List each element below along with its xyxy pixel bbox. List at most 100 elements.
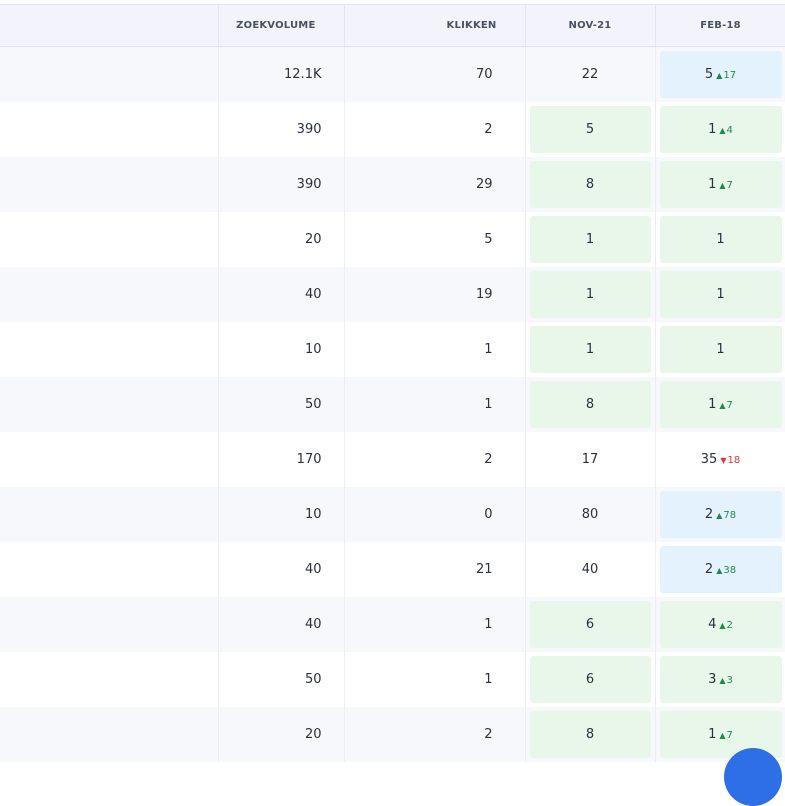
search-volume-cell: 50	[218, 376, 345, 432]
search-volume-cell: 50	[218, 651, 345, 707]
table-row[interactable]: 20 5 1 1	[0, 211, 785, 267]
position-value: 40	[581, 561, 599, 577]
position-pill: 1	[659, 270, 782, 318]
header-keyword[interactable]	[0, 4, 219, 47]
search-volume-cell: 40	[218, 541, 345, 597]
table-row[interactable]: 40 19 1 1	[0, 266, 785, 322]
keyword-cell	[0, 596, 219, 652]
keyword-cell	[0, 706, 219, 762]
keyword-cell	[0, 651, 219, 707]
feb-18-position-cell: 1	[655, 266, 785, 322]
position-value: 1	[708, 121, 717, 137]
header-clicks[interactable]: KLIKKEN	[344, 4, 526, 47]
position-value: 3	[708, 671, 717, 687]
search-volume-cell: 12.1K	[218, 46, 345, 102]
caret-up-icon: ▲	[719, 675, 726, 685]
table-row[interactable]: 20 2 8 1 ▲7	[0, 706, 785, 762]
caret-down-icon: ▼	[720, 455, 727, 465]
position-change: ▲7	[719, 180, 733, 191]
position-value: 1	[716, 231, 725, 247]
clicks-cell: 2	[344, 101, 526, 157]
keyword-cell	[0, 156, 219, 212]
position-value: 1	[529, 325, 651, 373]
rankings-table: ZOEKVOLUME KLIKKEN NOV-21 FEB-18 12.1K 70…	[0, 4, 785, 762]
position-change: ▲78	[716, 510, 736, 521]
position-value: 2	[704, 506, 714, 522]
nov-21-position-cell: 17	[525, 431, 656, 487]
position-value: 1	[708, 176, 717, 192]
clicks-cell: 21	[344, 541, 526, 597]
position-pill: 35 ▼18	[660, 436, 782, 483]
caret-up-icon: ▲	[716, 510, 723, 520]
position-change-value: 78	[723, 509, 737, 521]
keyword-cell	[0, 376, 219, 432]
position-change: ▲7	[719, 730, 733, 741]
position-value: 5	[704, 66, 714, 82]
nov-21-position-cell: 6	[525, 651, 656, 707]
position-change-value: 2	[726, 619, 733, 631]
nov-21-position-cell: 6	[525, 596, 656, 652]
position-value: 6	[529, 655, 651, 703]
table-row[interactable]: 12.1K 70 22 5 ▲17	[0, 46, 785, 102]
table-row[interactable]: 390 29 8 1 ▲7	[0, 156, 785, 212]
table-row[interactable]: 50 1 8 1 ▲7	[0, 376, 785, 432]
table-row[interactable]: 50 1 6 3 ▲3	[0, 651, 785, 707]
position-value: 8	[529, 160, 651, 208]
header-feb-18[interactable]: FEB-18	[655, 4, 785, 47]
position-value: 80	[581, 506, 599, 522]
clicks-cell: 29	[344, 156, 526, 212]
position-change: ▼18	[720, 455, 740, 466]
header-nov-21[interactable]: NOV-21	[525, 4, 656, 47]
position-pill: 1 ▲7	[659, 380, 782, 428]
position-pill: 1 ▲7	[659, 160, 782, 208]
nov-21-position-cell: 1	[525, 211, 656, 267]
search-volume-cell: 170	[218, 431, 345, 487]
position-pill: 1	[659, 325, 782, 373]
position-change-value: 7	[726, 179, 733, 191]
position-value: 1	[529, 270, 651, 318]
position-change-value: 38	[723, 564, 737, 576]
position-pill: 1 ▲4	[659, 105, 782, 153]
table-row[interactable]: 40 21 40 2 ▲38	[0, 541, 785, 597]
table-row[interactable]: 170 2 17 35 ▼18	[0, 431, 785, 487]
position-value: 17	[581, 451, 599, 467]
position-value: 5	[529, 105, 651, 153]
search-volume-cell: 40	[218, 266, 345, 322]
search-volume-cell: 390	[218, 101, 345, 157]
feb-18-position-cell: 1 ▲4	[655, 101, 785, 157]
table-row[interactable]: 40 1 6 4 ▲2	[0, 596, 785, 652]
position-change: ▲38	[716, 565, 736, 576]
position-pill: 3 ▲3	[659, 655, 782, 703]
feb-18-position-cell: 35 ▼18	[655, 431, 785, 487]
position-value: 2	[704, 561, 714, 577]
clicks-cell: 19	[344, 266, 526, 322]
table-row[interactable]: 10 0 80 2 ▲78	[0, 486, 785, 542]
header-search-volume[interactable]: ZOEKVOLUME	[218, 4, 345, 47]
table-row[interactable]: 10 1 1 1	[0, 321, 785, 377]
caret-up-icon: ▲	[716, 70, 723, 80]
nov-21-position-cell: 40	[525, 541, 656, 597]
position-value: 1	[708, 726, 717, 742]
clicks-cell: 2	[344, 431, 526, 487]
nov-21-position-cell: 8	[525, 376, 656, 432]
caret-up-icon: ▲	[716, 565, 723, 575]
table-row[interactable]: 390 2 5 1 ▲4	[0, 101, 785, 157]
search-volume-cell: 20	[218, 211, 345, 267]
caret-up-icon: ▲	[719, 730, 726, 740]
position-pill: 4 ▲2	[659, 600, 782, 648]
feb-18-position-cell: 4 ▲2	[655, 596, 785, 652]
nov-21-position-cell: 5	[525, 101, 656, 157]
position-value: 1	[708, 396, 717, 412]
position-value: 4	[708, 616, 717, 632]
chat-launcher-button[interactable]	[724, 748, 782, 806]
position-change: ▲7	[719, 400, 733, 411]
feb-18-position-cell: 1	[655, 321, 785, 377]
keyword-cell	[0, 266, 219, 322]
caret-up-icon: ▲	[719, 620, 726, 630]
position-pill: 2 ▲78	[659, 490, 782, 538]
feb-18-position-cell: 5 ▲17	[655, 46, 785, 102]
position-value: 8	[529, 380, 651, 428]
position-value: 35	[700, 451, 718, 467]
feb-18-position-cell: 1 ▲7	[655, 376, 785, 432]
position-pill: 5 ▲17	[659, 50, 782, 98]
